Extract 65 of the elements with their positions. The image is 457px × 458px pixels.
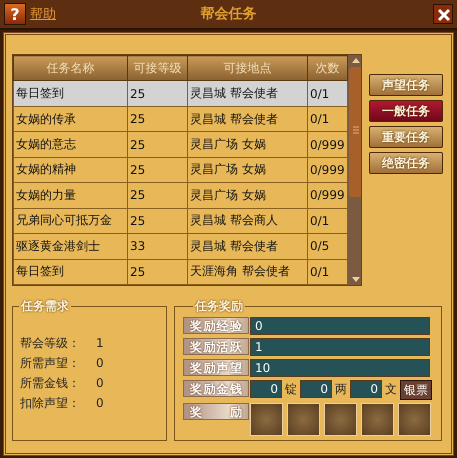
reward-slot[interactable] (324, 403, 357, 436)
reward-value-field: 10 (250, 359, 430, 377)
level-cell[interactable]: 25 (128, 80, 188, 106)
reward-value-field: 1 (250, 338, 430, 356)
requirement-value: 0 (96, 376, 104, 390)
requirement-label: 所需声望： (20, 354, 81, 372)
money-unit: 锭 (284, 381, 298, 398)
level-cell[interactable]: 25 (128, 208, 188, 234)
requirement-label: 所需金钱： (20, 374, 81, 392)
level-cell[interactable]: 25 (128, 157, 188, 183)
section-title: 任务需求 (19, 298, 71, 315)
location-cell[interactable]: 天涯海角 帮会使者 (188, 259, 308, 284)
money-unit: 文 (384, 381, 398, 398)
location-cell[interactable]: 灵昌广场 女娲 (188, 182, 308, 208)
money-field: 0 (250, 380, 282, 398)
location-cell[interactable]: 灵昌城 帮会使者 (188, 80, 308, 106)
location-cell[interactable]: 灵昌城 帮会使者 (188, 234, 308, 259)
requirement-label: 帮会等级： (20, 334, 81, 352)
requirement-value: 0 (96, 356, 104, 370)
reward-label: 奖励金钱 (183, 380, 249, 397)
task-name[interactable]: 驱逐黄金港剑士 (14, 234, 128, 259)
reward-label: 奖励经验 (183, 317, 249, 334)
task-name[interactable]: 女娲的精神 (14, 157, 128, 183)
level-cell[interactable]: 25 (128, 132, 188, 158)
close-button[interactable] (433, 4, 453, 24)
task-name[interactable]: 女娲的传承 (14, 106, 128, 132)
reward-slot[interactable] (287, 403, 320, 436)
requirement-label: 扣除声望： (20, 394, 81, 412)
reward-value-field: 0 (250, 317, 430, 335)
scrollbar[interactable] (348, 55, 361, 285)
reward-label: 奖励活跃 (183, 338, 249, 355)
task-name[interactable]: 兄弟同心可抵万金 (14, 208, 128, 234)
level-cell[interactable]: 25 (128, 182, 188, 208)
reward-label: 奖 励 (183, 403, 249, 420)
column-header: 次数 (308, 56, 348, 81)
location-cell[interactable]: 灵昌广场 女娲 (188, 157, 308, 183)
money-unit: 两 (334, 381, 348, 398)
location-cell[interactable]: 灵昌城 帮会使者 (188, 106, 308, 132)
category-tab[interactable]: 一般任务 (369, 100, 443, 122)
reward-slot[interactable] (361, 403, 394, 436)
help-link[interactable]: 帮助 (30, 5, 56, 23)
column-header: 任务名称 (14, 56, 128, 81)
level-cell[interactable]: 25 (128, 106, 188, 132)
section-title: 任务奖励 (193, 298, 245, 315)
task-name[interactable]: 女娲的力量 (14, 182, 128, 208)
count-cell[interactable]: 0/1 (308, 80, 348, 106)
task-name[interactable]: 女娲的意志 (14, 132, 128, 158)
task-name[interactable]: 每日签到 (14, 80, 128, 106)
window-title: 帮会任务 (200, 6, 256, 22)
task-name[interactable]: 每日签到 (14, 259, 128, 284)
level-cell[interactable]: 25 (128, 259, 188, 284)
requirement-value: 1 (96, 336, 104, 350)
reward-slot[interactable] (250, 403, 283, 436)
level-cell[interactable]: 33 (128, 234, 188, 259)
location-cell[interactable]: 灵昌广场 女娲 (188, 132, 308, 158)
reward-slot[interactable] (398, 403, 431, 436)
banknote-button[interactable]: 银票 (400, 380, 432, 400)
column-header: 可接地点 (188, 56, 308, 81)
location-cell[interactable]: 灵昌城 帮会商人 (188, 208, 308, 234)
reward-label: 奖励声望 (183, 359, 249, 376)
money-field: 0 (300, 380, 332, 398)
help-button[interactable]: ? (4, 3, 26, 25)
column-header: 可接等级 (128, 56, 188, 81)
requirement-value: 0 (96, 396, 104, 410)
money-field: 0 (350, 380, 382, 398)
